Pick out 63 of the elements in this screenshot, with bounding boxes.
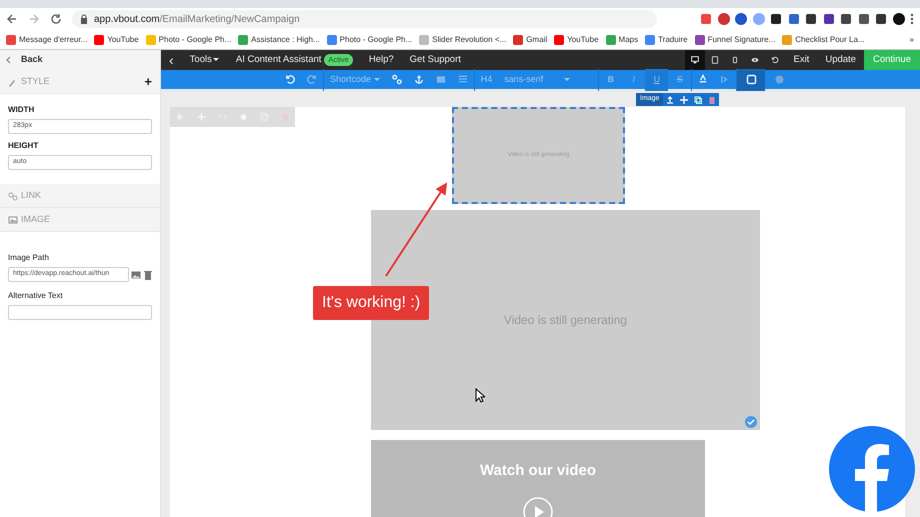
history-icon[interactable] — [771, 54, 780, 66]
action-button[interactable]: Exit — [785, 50, 818, 70]
field-label: HEIGHT — [8, 140, 40, 152]
anchor-icon[interactable] — [414, 74, 424, 85]
bookmark[interactable]: Checklist Pour La... — [782, 34, 865, 46]
extension-icon[interactable] — [822, 13, 834, 25]
copy-icon[interactable] — [694, 96, 702, 104]
field-label: WIDTH — [8, 104, 36, 116]
back-icon[interactable] — [6, 56, 11, 64]
link-icon — [8, 190, 18, 200]
field-label: Image Path — [8, 252, 50, 264]
image-icon[interactable] — [131, 270, 142, 280]
bookmark[interactable]: Photo - Google Ph... — [326, 34, 412, 46]
image-icon — [8, 214, 18, 224]
section-header[interactable]: STYLE + — [0, 70, 160, 94]
bookmark[interactable]: Maps — [606, 34, 638, 46]
upload-icon[interactable] — [666, 96, 674, 104]
reload-icon[interactable] — [50, 13, 62, 25]
bookmark[interactable]: Photo - Google Ph... — [146, 34, 232, 46]
menu-item[interactable]: Get Support — [402, 52, 469, 68]
menu-item[interactable]: Tools — [182, 52, 228, 68]
tablet-icon[interactable] — [711, 54, 720, 66]
action-button[interactable]: Update — [817, 50, 864, 70]
desktop-icon[interactable] — [691, 54, 700, 66]
banner-title: Watch our video — [480, 461, 596, 481]
text-field[interactable] — [8, 305, 152, 320]
extension-icon[interactable] — [770, 13, 782, 25]
undo-icon[interactable] — [285, 74, 295, 85]
bookmark[interactable]: Funnel Signature... — [694, 34, 776, 46]
caret-icon — [212, 57, 220, 63]
more-bookmarks[interactable]: » — [910, 34, 914, 46]
back-link[interactable]: Back — [21, 53, 43, 67]
bookmark[interactable]: Gmail — [513, 34, 548, 46]
bookmark[interactable]: YouTube — [94, 34, 139, 46]
back-button[interactable]: ‹ — [161, 50, 182, 70]
check-icon — [745, 416, 757, 428]
trash-icon[interactable] — [144, 270, 152, 280]
back-icon[interactable] — [6, 13, 18, 25]
color-icon[interactable] — [774, 74, 785, 85]
device-toggle[interactable] — [685, 50, 706, 70]
link-icon[interactable] — [392, 74, 402, 85]
caret-icon — [564, 78, 570, 82]
border-toggle[interactable] — [737, 68, 766, 90]
extension-icon[interactable] — [805, 13, 817, 25]
phone-icon[interactable] — [731, 54, 740, 66]
bookmark[interactable]: Slider Revolution <... — [419, 34, 506, 46]
bookmark[interactable]: Traduire — [645, 34, 688, 46]
more-icon[interactable] — [910, 13, 914, 25]
annotation-callout: It's working! :) — [313, 286, 430, 320]
caret-icon — [374, 78, 380, 82]
cursor-icon — [475, 388, 485, 403]
address-field[interactable]: app.vbout.com/EmailMarketing/NewCampaign — [72, 10, 657, 28]
bookmark[interactable]: Assistance : High... — [238, 34, 320, 46]
extension-icon[interactable] — [735, 13, 747, 25]
square-icon[interactable] — [746, 74, 757, 85]
lock-icon — [80, 14, 88, 24]
add-button[interactable]: + — [144, 72, 152, 92]
bookmark[interactable]: Message d'erreur... — [6, 34, 88, 46]
text-color-icon[interactable] — [698, 74, 708, 85]
field-label: Alternative Text — [8, 290, 64, 302]
menu-item[interactable]: Help? — [360, 52, 402, 68]
bookmark[interactable]: YouTube — [554, 34, 599, 46]
avatar-icon[interactable] — [892, 13, 904, 25]
